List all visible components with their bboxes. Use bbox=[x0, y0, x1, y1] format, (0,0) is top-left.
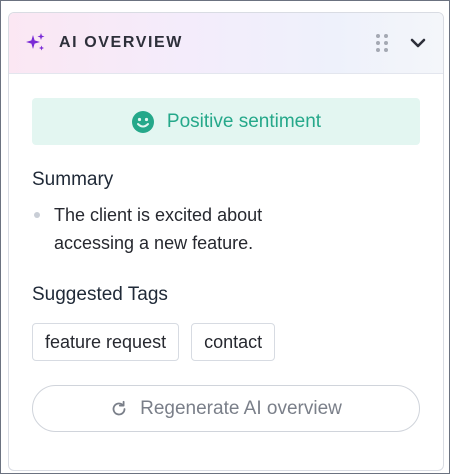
regenerate-label: Regenerate AI overview bbox=[140, 397, 342, 419]
regenerate-button[interactable]: Regenerate AI overview bbox=[32, 385, 420, 432]
sentiment-label: Positive sentiment bbox=[166, 110, 322, 132]
refresh-icon bbox=[110, 400, 128, 418]
ai-overview-panel: AI OVERVIEW Positive sentiment Summary T… bbox=[8, 12, 444, 471]
tag-feature-request[interactable]: feature request bbox=[32, 323, 180, 361]
panel-header: AI OVERVIEW bbox=[9, 13, 443, 74]
tag-list: feature request contact bbox=[32, 323, 420, 361]
smile-icon bbox=[131, 110, 155, 134]
panel-body: Positive sentiment Summary The client is… bbox=[9, 74, 443, 432]
sentiment-badge: Positive sentiment bbox=[32, 98, 420, 145]
drag-handle-icon[interactable] bbox=[373, 32, 391, 54]
panel-title: AI OVERVIEW bbox=[59, 34, 183, 51]
summary-list: The client is excited about accessing a … bbox=[32, 201, 420, 257]
list-item: The client is excited about accessing a … bbox=[32, 201, 420, 257]
sparkle-icon bbox=[25, 32, 47, 54]
tag-contact[interactable]: contact bbox=[191, 323, 276, 361]
chevron-down-icon[interactable] bbox=[409, 34, 427, 52]
bullet-icon bbox=[34, 212, 40, 218]
summary-heading: Summary bbox=[32, 169, 114, 190]
summary-text: The client is excited about accessing a … bbox=[54, 205, 263, 253]
window-frame: AI OVERVIEW Positive sentiment Summary T… bbox=[0, 0, 450, 474]
tags-heading: Suggested Tags bbox=[32, 284, 168, 305]
